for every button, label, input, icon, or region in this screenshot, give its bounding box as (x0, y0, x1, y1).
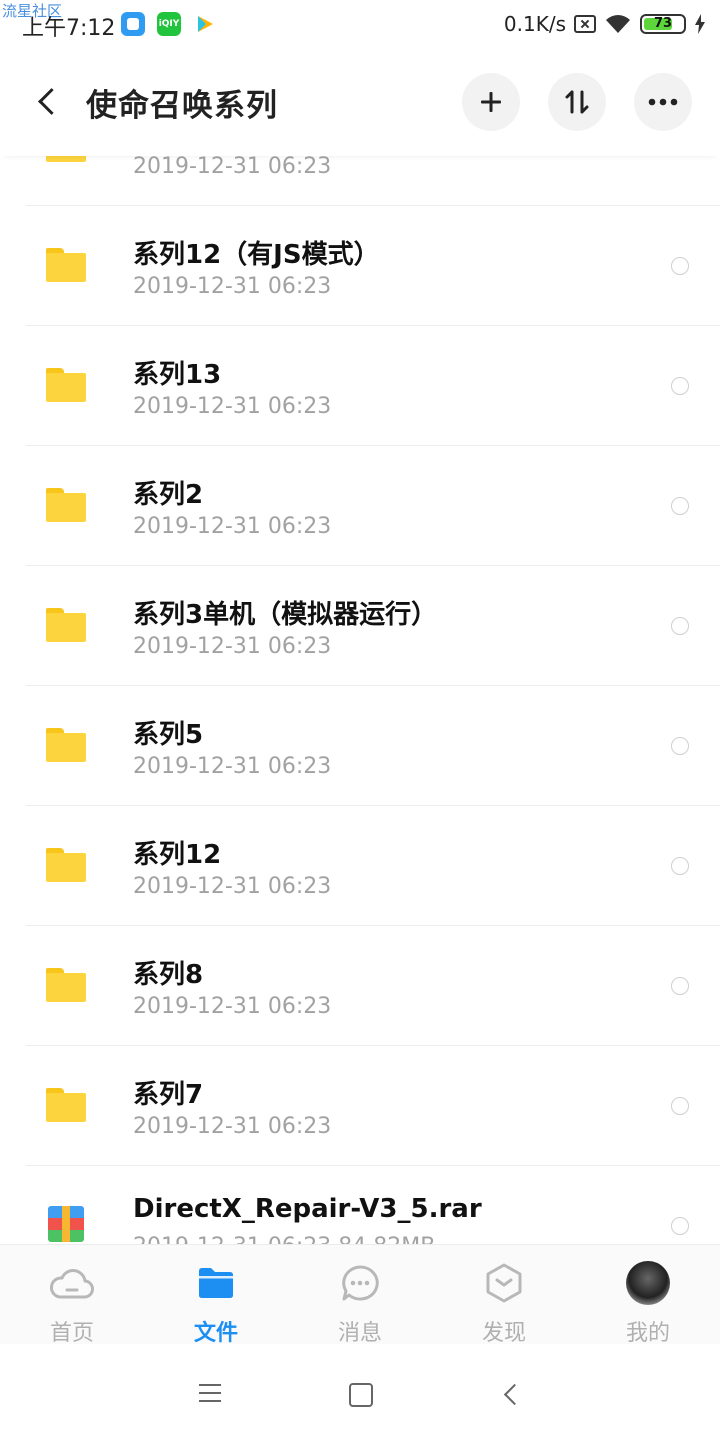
list-item[interactable]: 系列3单机（模拟器运行） 2019-12-31 06:23 (0, 566, 720, 686)
file-date: 2019-12-31 06:23 (133, 156, 332, 179)
folder-icon (199, 1268, 233, 1298)
list-item[interactable]: 系列5 2019-12-31 06:23 (0, 686, 720, 806)
menu-icon[interactable] (197, 1382, 225, 1404)
file-name: DirectX_Repair-V3_5.rar (133, 1194, 482, 1224)
tab-discover[interactable]: 发现 (432, 1245, 576, 1346)
add-icon (481, 92, 501, 112)
video-app-icon (198, 16, 213, 32)
chat-icon (342, 1265, 379, 1301)
folder-icon (46, 728, 86, 762)
tab-label: 消息 (337, 1321, 382, 1346)
list-item[interactable]: DirectX_Repair-V3_5.rar 2019-12-31 06:23… (0, 1166, 720, 1244)
folder-icon (46, 608, 86, 642)
rar-archive-icon (48, 1206, 84, 1242)
select-radio[interactable] (671, 1097, 689, 1115)
tab-messages[interactable]: 消息 (288, 1245, 432, 1346)
add-button[interactable] (462, 73, 520, 131)
iqiyi-app-icon: iQIY (157, 12, 181, 36)
select-radio[interactable] (671, 617, 689, 635)
file-name: 系列8 (133, 960, 204, 990)
folder-icon (46, 248, 86, 282)
list-item[interactable]: 2019-12-31 06:23 (0, 156, 720, 206)
folder-icon (46, 368, 86, 402)
discover-icon (486, 1263, 522, 1303)
file-list[interactable]: 2019-12-31 06:23 系列12（有JS模式） 2019-12-31 … (0, 156, 720, 1244)
file-date: 2019-12-31 06:23 84.82MB (133, 1234, 435, 1244)
select-radio[interactable] (671, 497, 689, 515)
battery-icon: 73 (640, 14, 686, 34)
folder-icon (46, 1088, 86, 1122)
file-date: 2019-12-31 06:23 (133, 274, 332, 299)
file-date: 2019-12-31 06:23 (133, 754, 332, 779)
folder-icon (46, 156, 86, 162)
file-date: 2019-12-31 06:23 (133, 394, 332, 419)
file-name: 系列5 (133, 720, 204, 750)
tab-files[interactable]: 文件 (144, 1245, 288, 1346)
nav-back-icon[interactable] (498, 1380, 526, 1408)
select-radio[interactable] (671, 257, 689, 275)
select-radio[interactable] (671, 977, 689, 995)
file-name: 系列7 (133, 1080, 204, 1110)
list-item[interactable]: 系列8 2019-12-31 06:23 (0, 926, 720, 1046)
file-date: 2019-12-31 06:23 (133, 994, 332, 1019)
select-radio[interactable] (671, 737, 689, 755)
tab-me[interactable]: 我的 (576, 1245, 720, 1346)
header-bar: 使命召唤系列 (0, 50, 720, 156)
file-date: 2019-12-31 06:23 (133, 514, 332, 539)
avatar (626, 1261, 670, 1305)
select-radio[interactable] (671, 857, 689, 875)
battery-level: 73 (653, 16, 673, 31)
file-date: 2019-12-31 06:23 (133, 1114, 332, 1139)
select-radio[interactable] (671, 1217, 689, 1235)
file-name: 系列3单机（模拟器运行） (133, 600, 438, 630)
more-button[interactable] (634, 73, 692, 131)
file-name: 系列2 (133, 480, 204, 510)
system-nav-bar (0, 1344, 720, 1440)
net-speed: 0.1K/s (503, 12, 566, 36)
status-right-group: 0.1K/s 73 (504, 10, 706, 38)
list-item[interactable]: 系列7 2019-12-31 06:23 (0, 1046, 720, 1166)
list-item[interactable]: 系列2 2019-12-31 06:23 (0, 446, 720, 566)
file-name: 系列13 (133, 360, 222, 390)
back-icon[interactable] (28, 80, 68, 124)
cloud-icon (50, 1269, 94, 1299)
tab-label: 文件 (193, 1321, 238, 1346)
more-icon (648, 98, 678, 106)
tab-label: 我的 (625, 1321, 670, 1346)
folder-icon (46, 968, 86, 1002)
sort-button[interactable] (548, 73, 606, 131)
file-date: 2019-12-31 06:23 (133, 874, 332, 899)
charging-icon (695, 14, 705, 34)
home-icon[interactable] (346, 1380, 374, 1408)
status-bar: 流星社区 上午7:12 iQIY 0.1K/s 73 (0, 0, 720, 50)
status-time: 上午7:12 (22, 16, 116, 41)
tab-label: 发现 (481, 1321, 526, 1346)
folder-icon (46, 488, 86, 522)
file-date: 2019-12-31 06:23 (133, 634, 332, 659)
folder-icon (46, 848, 86, 882)
select-radio[interactable] (671, 377, 689, 395)
tab-home[interactable]: 首页 (0, 1245, 144, 1346)
sort-icon (565, 90, 589, 114)
file-name: 系列12（有JS模式） (133, 240, 380, 270)
bottom-tab-bar: 首页 文件 消息 发现 我的 (0, 1244, 720, 1346)
list-item[interactable]: 系列12 2019-12-31 06:23 (0, 806, 720, 926)
wifi-icon (606, 15, 630, 33)
blue-app-icon (121, 12, 145, 36)
tab-label: 首页 (49, 1321, 94, 1346)
file-name: 系列12 (133, 840, 222, 870)
list-item[interactable]: 系列12（有JS模式） 2019-12-31 06:23 (0, 206, 720, 326)
no-sim-icon (574, 15, 596, 33)
list-item[interactable]: 系列13 2019-12-31 06:23 (0, 326, 720, 446)
page-title: 使命召唤系列 (86, 88, 278, 124)
